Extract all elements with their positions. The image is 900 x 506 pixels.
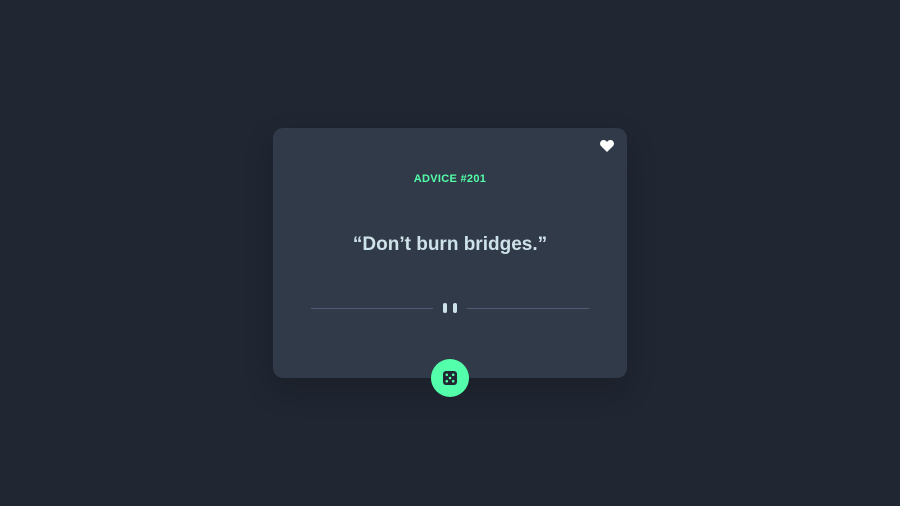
generate-advice-button[interactable]: [431, 359, 469, 397]
advice-number: ADVICE #201: [413, 173, 487, 185]
pause-icon: [443, 303, 457, 313]
divider-line-right: [467, 308, 589, 309]
divider: [311, 300, 589, 316]
pause-bar: [453, 303, 457, 313]
heart-icon: [600, 140, 614, 152]
pause-bar: [443, 303, 447, 313]
divider-line-left: [311, 308, 433, 309]
page: ADVICE #201 “Don’t burn bridges.”: [0, 0, 900, 506]
dice-icon: [443, 371, 457, 385]
advice-quote: “Don’t burn bridges.”: [352, 234, 548, 255]
favorite-button[interactable]: [599, 139, 615, 153]
advice-card: ADVICE #201 “Don’t burn bridges.”: [273, 128, 627, 378]
